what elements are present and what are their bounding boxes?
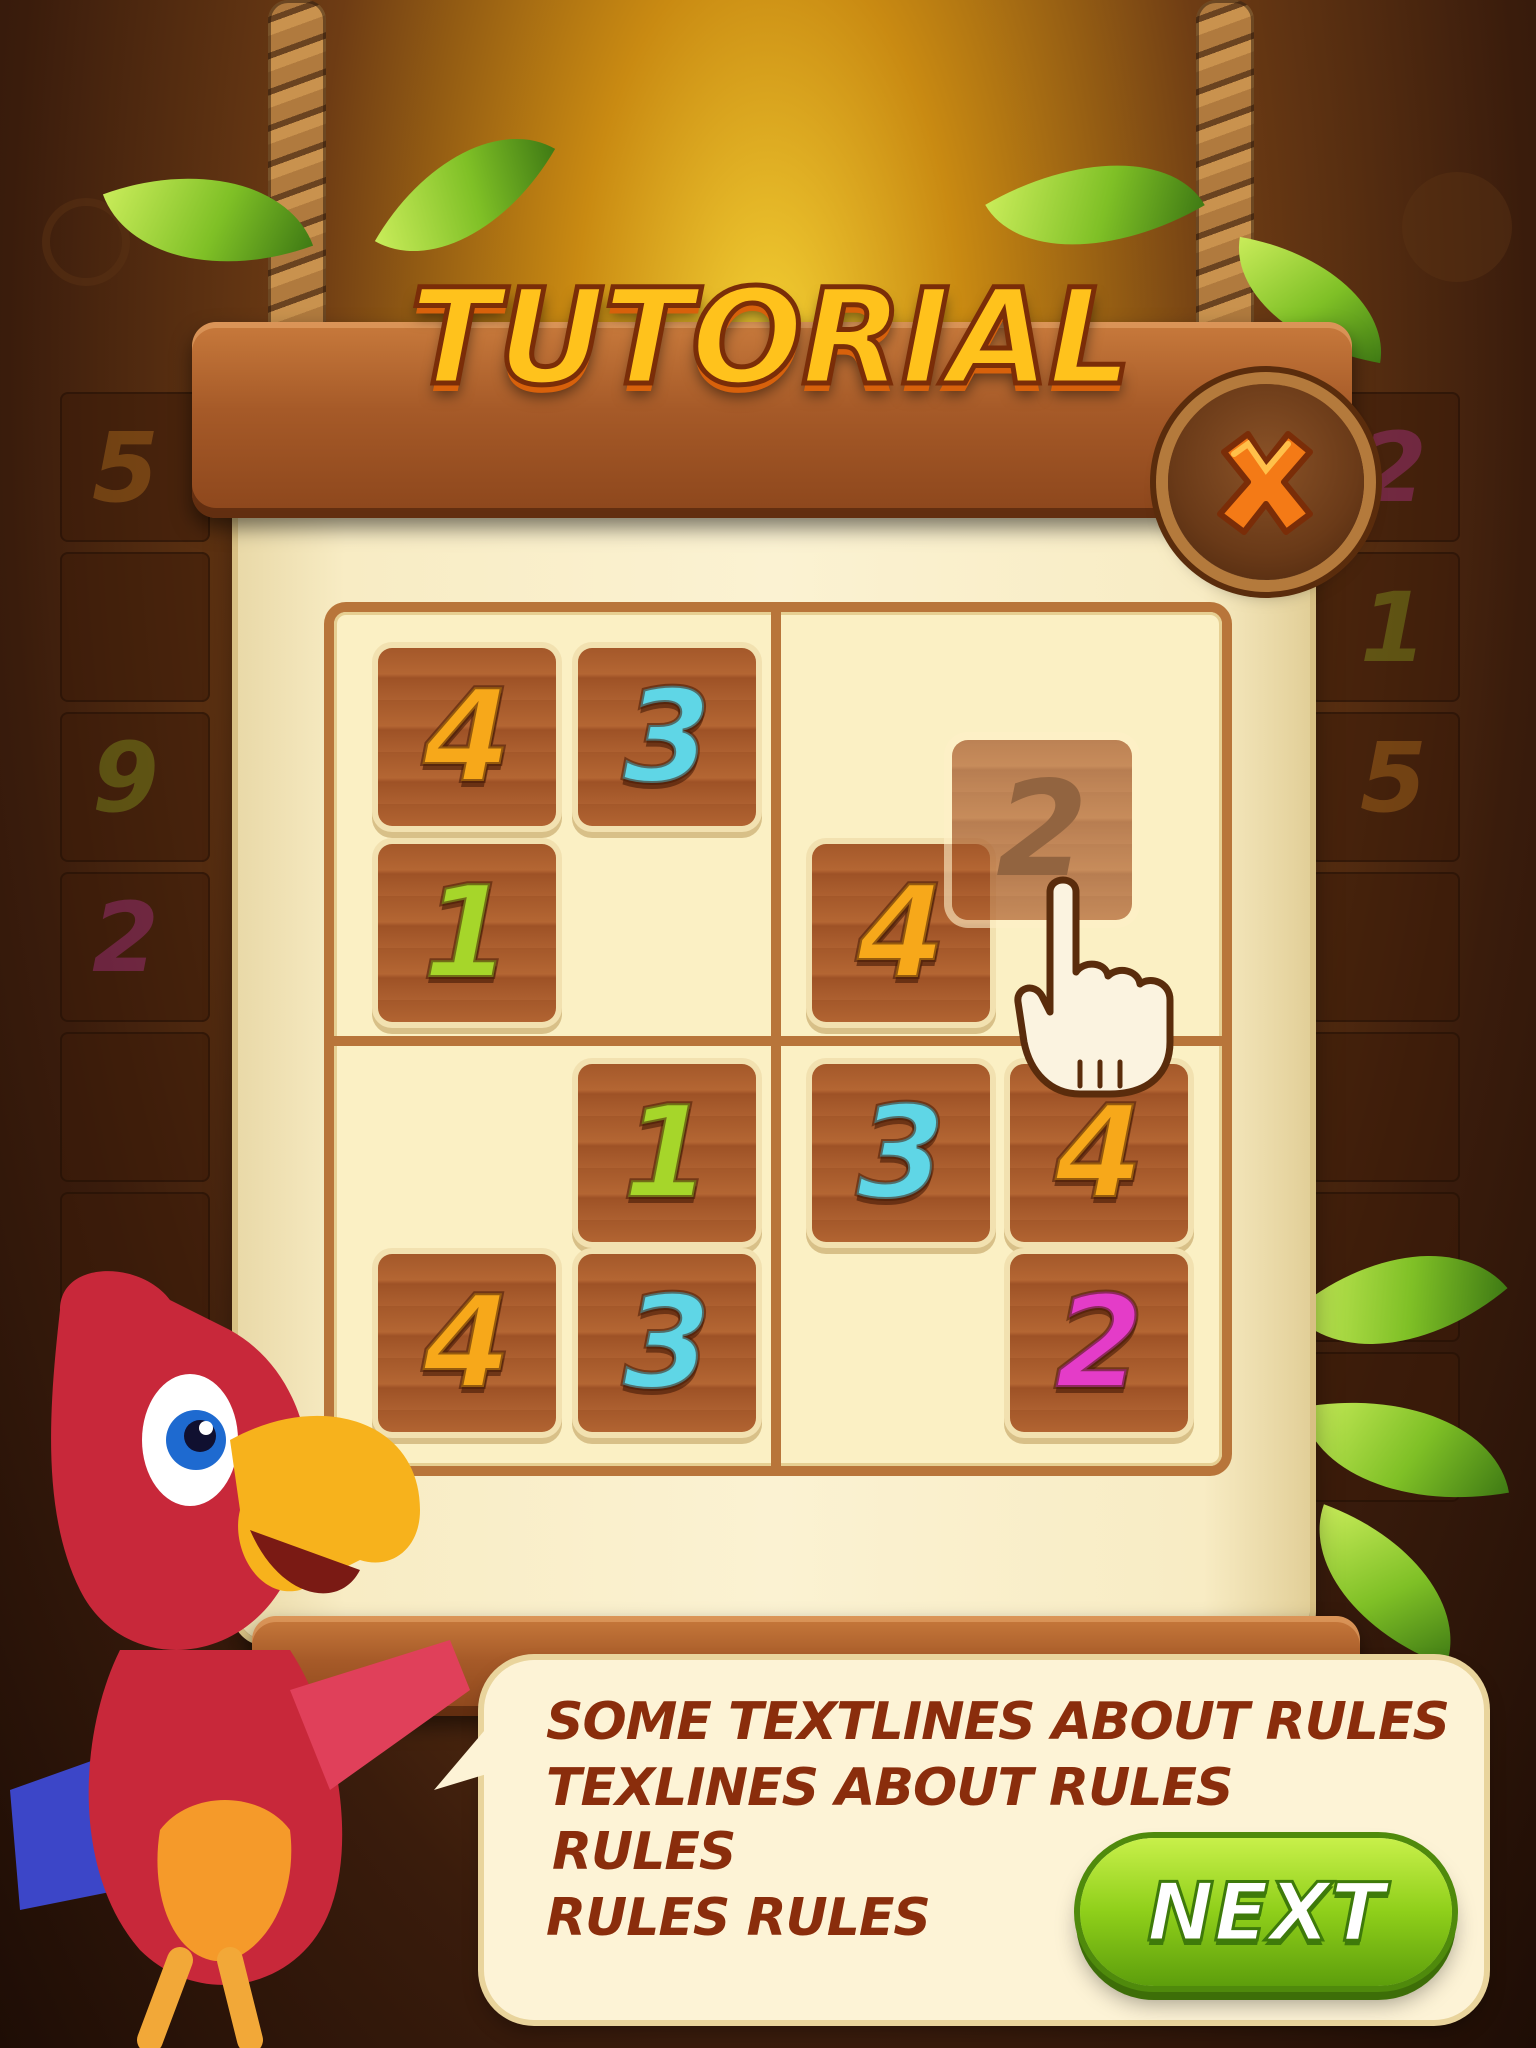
background-number: 2 xyxy=(92,882,159,994)
board-tile[interactable]: 1 xyxy=(378,844,556,1022)
rope-left xyxy=(268,0,326,372)
background-number: 9 xyxy=(92,722,159,834)
parrot-mascot xyxy=(10,1271,470,2048)
tile-number: 1 xyxy=(620,1077,713,1230)
board-tile[interactable]: 3 xyxy=(578,648,756,826)
board-tile[interactable]: 3 xyxy=(578,1254,756,1432)
tile-number: 4 xyxy=(854,857,947,1010)
tile-number: 3 xyxy=(854,1077,947,1230)
rule-line: RULES RULES xyxy=(546,1888,931,1948)
tile-number: 1 xyxy=(420,857,513,1010)
rule-line: SOME TEXTLINES ABOUT RULES xyxy=(546,1692,1450,1752)
background-number: 1 xyxy=(1360,572,1427,684)
pause-icon xyxy=(1402,172,1512,282)
tile-number: 3 xyxy=(620,661,713,814)
tile-number: 3 xyxy=(620,1267,713,1420)
background-number: 5 xyxy=(1360,722,1427,834)
board-tile[interactable]: 3 xyxy=(812,1064,990,1242)
background-number: 5 xyxy=(92,412,159,524)
rule-line: RULES xyxy=(552,1822,736,1882)
next-button[interactable]: NEXT xyxy=(1080,1838,1452,1986)
hand-pointer-icon xyxy=(1014,876,1174,1098)
tile-number: 2 xyxy=(1052,1267,1145,1420)
board-tile[interactable]: 4 xyxy=(378,648,556,826)
background-number: 2 xyxy=(1360,412,1427,524)
rope-right xyxy=(1196,0,1254,372)
rule-line: TEXLINES ABOUT RULES xyxy=(546,1758,1233,1818)
board-tile[interactable]: 2 xyxy=(1010,1254,1188,1432)
tile-number: 4 xyxy=(420,661,513,814)
next-button-label: NEXT xyxy=(1146,1864,1387,1960)
board-tile[interactable]: 1 xyxy=(578,1064,756,1242)
close-button[interactable] xyxy=(1168,384,1364,580)
close-x-icon xyxy=(1217,431,1313,535)
tutorial-title: TUTORIAL xyxy=(407,259,1135,418)
